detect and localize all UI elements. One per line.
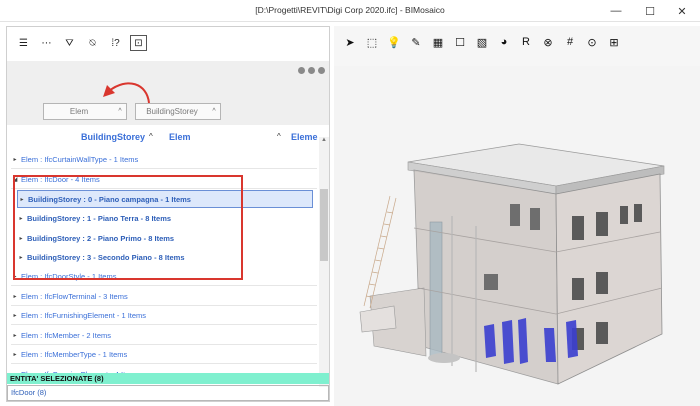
- inspect-icon[interactable]: ⊡: [130, 35, 147, 51]
- building-model[interactable]: [334, 66, 700, 406]
- tree-scrollbar[interactable]: ▲ ▼: [319, 137, 329, 387]
- palette-icon[interactable]: ◕: [496, 34, 512, 50]
- sort-caret-icon[interactable]: ^: [208, 108, 220, 115]
- group-chip-buildingstorey[interactable]: BuildingStorey ^: [135, 103, 221, 120]
- group-chip-elem[interactable]: Elem ^: [43, 103, 127, 120]
- title-bar: [D:\Progetti\REVIT\Digi Corp 2020.ifc] -…: [0, 0, 700, 22]
- tree-group-row[interactable]: ▸ Elem : IfcMember - 2 Items: [11, 327, 317, 345]
- section-grid-icon[interactable]: ⊞: [606, 34, 622, 50]
- column-header-eleme[interactable]: Eleme: [291, 132, 318, 142]
- tree-child-row[interactable]: ▸ BuildingStorey : 0 - Piano campagna - 1…: [17, 190, 313, 208]
- group-chip-label: Elem: [69, 107, 89, 116]
- tree-row-label: BuildingStorey : 0 - Piano campagna - 1 …: [28, 194, 191, 204]
- sort-caret-icon[interactable]: ^: [114, 108, 126, 115]
- tree-group-row[interactable]: ▸ Elem : IfcMemberType - 1 Items: [11, 346, 317, 364]
- glass-shaft: [429, 221, 443, 357]
- collapsed-twisty-icon[interactable]: ▸: [17, 254, 25, 261]
- tree-child-row[interactable]: ▸ BuildingStorey : 3 - Secondo Piano - 8 …: [17, 249, 313, 267]
- collapse-icon[interactable]: ⋯: [38, 35, 55, 51]
- minimize-button[interactable]: —: [602, 2, 630, 20]
- column-headers: BuildingStorey ^ Elem ^ Eleme: [7, 129, 318, 147]
- collapsed-twisty-icon[interactable]: ▸: [11, 293, 19, 300]
- tree-group-row[interactable]: ▸ Elem : IfcDoorStyle - 1 Items: [11, 268, 317, 286]
- tree-row-label: Elem : IfcDoor - 4 Items: [21, 174, 100, 184]
- scroll-thumb[interactable]: [320, 189, 328, 261]
- hatch-icon[interactable]: ▧: [474, 34, 490, 50]
- render-icon[interactable]: R: [518, 34, 534, 50]
- collapsed-twisty-icon[interactable]: ▸: [11, 273, 19, 280]
- tree-toolbar: ☰ ⋯ ⛛ ⍉ ⁞? ⊡: [15, 35, 147, 51]
- select-box-icon[interactable]: ⬚: [364, 34, 380, 50]
- column-header-buildingstorey[interactable]: BuildingStorey: [81, 132, 145, 142]
- entity-tree-panel: ☰ ⋯ ⛛ ⍉ ⁞? ⊡ Elem ^ BuildingStorey ^ Building…: [6, 26, 330, 402]
- base-platform: [428, 353, 460, 363]
- close-button[interactable]: ✕: [668, 2, 696, 20]
- group-chip-label: BuildingStorey: [146, 107, 198, 116]
- tree-row-label: Elem : IfcMemberType - 1 Items: [21, 350, 128, 359]
- tree-child-row[interactable]: ▸ BuildingStorey : 2 - Piano Primo - 8 It…: [17, 229, 313, 247]
- tree-row-label: BuildingStorey : 2 - Piano Primo - 8 Ite…: [27, 233, 175, 243]
- collapsed-twisty-icon[interactable]: ▸: [11, 312, 19, 319]
- expanded-twisty-icon[interactable]: ◢: [11, 176, 19, 183]
- more-dot: [298, 67, 305, 74]
- group-by-bar: Elem ^ BuildingStorey ^: [7, 61, 329, 125]
- viewer-toolbar: ➤ ⬚ 💡 ✎ ▦ ☐ ▧ ◕ R ⊗ # ⊙ ⊞: [342, 34, 622, 50]
- reorder-arrow-icon: [103, 82, 150, 104]
- tree-row-label: Elem : IfcFlowTerminal - 3 Items: [21, 291, 128, 301]
- collapsed-twisty-icon[interactable]: ▸: [11, 351, 19, 358]
- tree-group-row[interactable]: ▸ Elem : IfcFlowTerminal - 3 Items: [11, 288, 317, 306]
- tree-row-label: Elem : IfcMember - 2 Items: [21, 330, 112, 340]
- hash-grid-icon[interactable]: #: [562, 34, 578, 50]
- tree-row-label: Elem : IfcCurtainWallType - 1 Items: [21, 155, 139, 164]
- tree-row-label: Elem : IfcDoorStyle - 1 Items: [21, 272, 117, 281]
- window-title: [D:\Progetti\REVIT\Digi Corp 2020.ifc] -…: [255, 5, 445, 15]
- collapsed-twisty-icon[interactable]: ▸: [17, 235, 25, 242]
- more-dot: [308, 67, 315, 74]
- maximize-button[interactable]: ☐: [636, 2, 664, 20]
- collapsed-twisty-icon[interactable]: ▸: [17, 215, 25, 222]
- more-dot: [318, 67, 325, 74]
- tree-row-label: Elem : IfcFurnishingElement - 1 Items: [21, 311, 147, 320]
- brush-icon[interactable]: ✎: [408, 34, 424, 50]
- tree-group-row[interactable]: ▸ Elem : IfcFurnishingElement - 1 Items: [11, 307, 317, 325]
- selected-entities-header: ENTITA' SELEZIONATE (8): [7, 373, 329, 384]
- collapsed-twisty-icon[interactable]: ▸: [11, 332, 19, 339]
- selected-entity-item[interactable]: IfcDoor (8): [7, 385, 329, 401]
- select-arrow-icon[interactable]: ➤: [342, 34, 358, 50]
- light-icon[interactable]: 💡: [386, 34, 402, 50]
- tree-row-label: BuildingStorey : 3 - Secondo Piano - 8 I…: [27, 253, 185, 262]
- collapsed-twisty-icon[interactable]: ▸: [18, 196, 26, 203]
- tree-group-row[interactable]: ▸ Elem : IfcCurtainWallType - 1 Items: [11, 151, 317, 169]
- sort-caret-icon[interactable]: ^: [277, 132, 281, 141]
- camera-icon[interactable]: ⊙: [584, 34, 600, 50]
- square-icon[interactable]: ☐: [452, 34, 468, 50]
- 3d-viewer[interactable]: ➤ ⬚ 💡 ✎ ▦ ☐ ▧ ◕ R ⊗ # ⊙ ⊞: [334, 26, 700, 406]
- properties-icon[interactable]: ⁞?: [107, 35, 124, 51]
- list-icon[interactable]: ☰: [15, 35, 32, 51]
- more-options-button[interactable]: [298, 67, 325, 74]
- collapsed-twisty-icon[interactable]: ▸: [11, 156, 19, 163]
- filter-clear-icon[interactable]: ⍉: [84, 35, 101, 51]
- grid-pattern-icon[interactable]: ▦: [430, 34, 446, 50]
- column-header-elem[interactable]: Elem: [169, 132, 191, 142]
- tree-group-row[interactable]: ◢ Elem : IfcDoor - 4 Items: [11, 171, 317, 189]
- tree-row-label: BuildingStorey : 1 - Piano Terra - 8 Ite…: [27, 214, 172, 223]
- tree-child-row[interactable]: ▸ BuildingStorey : 1 - Piano Terra - 8 It…: [17, 210, 313, 228]
- filter-icon[interactable]: ⛛: [61, 35, 78, 51]
- scroll-up-icon[interactable]: ▲: [319, 137, 329, 147]
- explode-icon[interactable]: ⊗: [540, 34, 556, 50]
- sort-caret-icon[interactable]: ^: [149, 132, 153, 141]
